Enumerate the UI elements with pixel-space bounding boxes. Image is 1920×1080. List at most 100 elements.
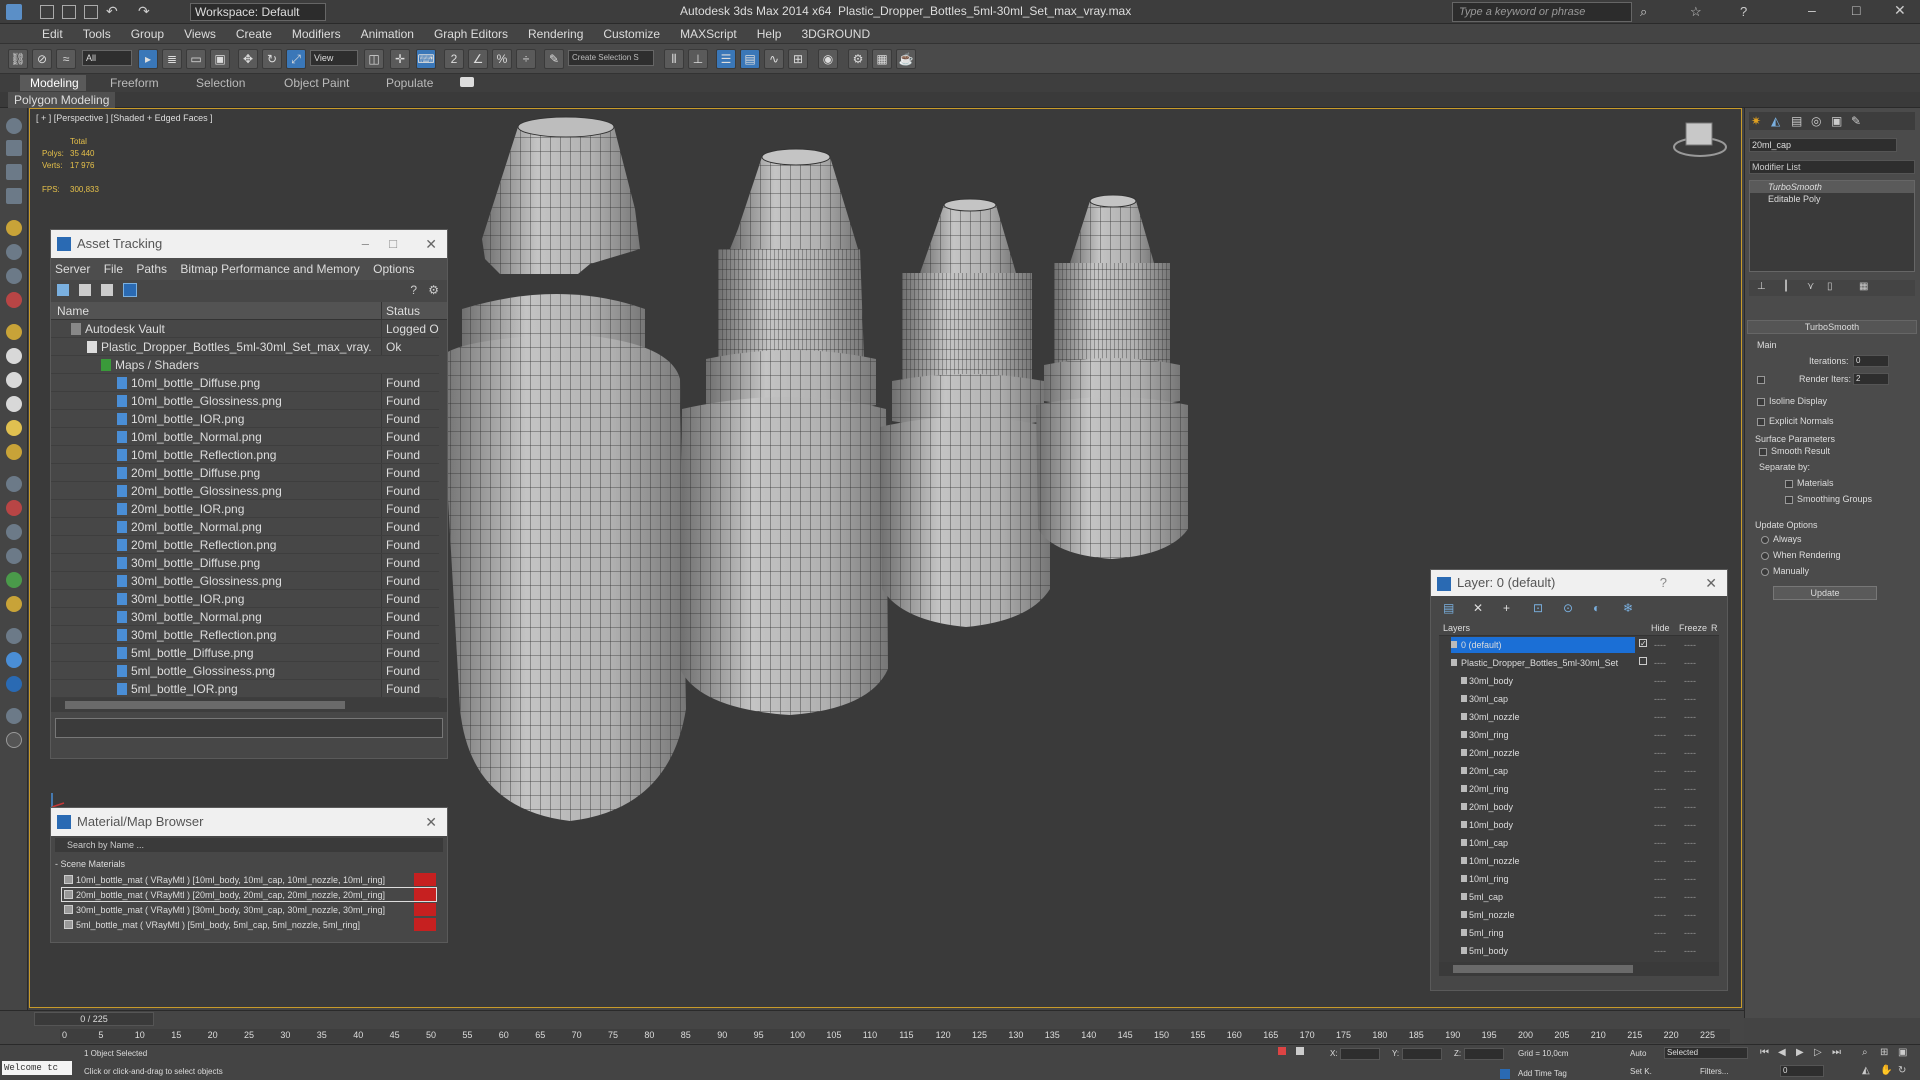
layer-freeze-toggle[interactable]: ---- — [1684, 636, 1696, 654]
layer-row[interactable]: Plastic_Dropper_Bottles_5ml-30ml_Set ----… — [1439, 654, 1719, 672]
align-icon[interactable]: ⊥ — [688, 49, 708, 69]
unlink-icon[interactable]: ⊘ — [32, 49, 52, 69]
material-item[interactable]: 20ml_bottle_mat ( VRayMtl ) [20ml_body, … — [61, 887, 437, 902]
smoothing-groups-checkbox[interactable] — [1785, 496, 1793, 504]
layer-hide-toggle[interactable]: ---- — [1654, 726, 1666, 744]
x-coord-field[interactable] — [1340, 1048, 1380, 1060]
menu-animation[interactable]: Animation — [351, 24, 424, 44]
brush-tool-icon[interactable] — [6, 596, 22, 612]
sphere-tool-icon[interactable] — [6, 324, 22, 340]
percent-snap-icon[interactable]: % — [492, 49, 512, 69]
bottle-5ml[interactable] — [1036, 194, 1188, 559]
layer-hide-toggle[interactable]: ---- — [1654, 762, 1666, 780]
asset-row[interactable]: 30ml_bottle_Normal.png Found — [51, 608, 439, 626]
asset-path-field[interactable] — [55, 718, 443, 738]
show-end-result-icon[interactable]: ┃ — [1783, 281, 1789, 292]
asset-hscrollbar[interactable] — [51, 698, 447, 712]
help-icon[interactable]: ? — [1740, 4, 1747, 19]
select-object-icon[interactable]: ▸ — [138, 49, 158, 69]
foliage-tool-icon[interactable] — [6, 572, 22, 588]
key-filter-dropdown[interactable]: Selected — [1664, 1047, 1748, 1059]
layer-row[interactable]: 20ml_cap ---- ---- — [1439, 762, 1719, 780]
zoom-icon[interactable]: ⌕ — [1862, 1047, 1868, 1058]
asset-menu-options[interactable]: Options — [373, 262, 414, 276]
layer-close-button[interactable]: ✕ — [1705, 570, 1717, 596]
asset-row[interactable]: 20ml_bottle_Glossiness.png Found — [51, 482, 439, 500]
hide-col-header[interactable]: Hide — [1651, 623, 1670, 633]
layer-row[interactable]: 20ml_ring ---- ---- — [1439, 780, 1719, 798]
menu-graph-editors[interactable]: Graph Editors — [424, 24, 518, 44]
helper-tool-icon[interactable] — [6, 268, 22, 284]
maxscript-listener[interactable]: Welcome tc — [2, 1061, 72, 1075]
asset-help-icon[interactable]: ? — [410, 283, 417, 297]
tab-object-paint[interactable]: Object Paint — [274, 75, 359, 91]
layer-row[interactable]: 30ml_ring ---- ---- — [1439, 726, 1719, 744]
layer-delete-icon[interactable]: ✕ — [1473, 601, 1483, 615]
layer-add-icon[interactable]: + — [1503, 601, 1510, 615]
asset-row[interactable]: 30ml_bottle_Diffuse.png Found — [51, 554, 439, 572]
layer-freeze-all-icon[interactable]: ❄ — [1623, 601, 1633, 615]
menu-maxscript[interactable]: MAXScript — [670, 24, 747, 44]
light-tool-icon[interactable] — [6, 220, 22, 236]
layer-row[interactable]: 5ml_cap ---- ---- — [1439, 888, 1719, 906]
asset-row[interactable]: 20ml_bottle_Reflection.png Found — [51, 536, 439, 554]
layer-hide-toggle[interactable]: ---- — [1654, 798, 1666, 816]
layer-row[interactable]: 30ml_cap ---- ---- — [1439, 690, 1719, 708]
layer-freeze-toggle[interactable]: ---- — [1684, 852, 1696, 870]
isolate-icon[interactable] — [1278, 1047, 1286, 1055]
tab-modeling[interactable]: Modeling — [20, 75, 86, 91]
viewcube[interactable] — [1673, 122, 1727, 157]
asset-tracking-titlebar[interactable]: Asset Tracking – □ ✕ — [51, 230, 447, 258]
menu-modifiers[interactable]: Modifiers — [282, 24, 351, 44]
asset-row[interactable]: 30ml_bottle_Reflection.png Found — [51, 626, 439, 644]
modify-tab-icon[interactable]: ◭ — [1771, 114, 1780, 128]
asset-settings-icon[interactable]: ⚙ — [428, 283, 439, 297]
make-unique-icon[interactable]: ⋎ — [1807, 281, 1814, 292]
add-time-tag[interactable]: Add Time Tag — [1518, 1069, 1567, 1078]
asset-tracking-window[interactable]: Asset Tracking – □ ✕ Server File Paths B… — [50, 229, 448, 759]
asset-menu-file[interactable]: File — [104, 262, 123, 276]
asset-row[interactable]: 30ml_bottle_Glossiness.png Found — [51, 572, 439, 590]
asset-maximize-button[interactable]: □ — [389, 230, 397, 258]
lock-selection-icon[interactable] — [1296, 1047, 1304, 1055]
minimize-button[interactable]: – — [1808, 2, 1816, 18]
keyboard-shortcut-icon[interactable]: ⌨ — [416, 49, 436, 69]
asset-row[interactable]: Maps / Shaders — [51, 356, 439, 374]
asset-row[interactable]: 5ml_bottle_IOR.png Found — [51, 680, 439, 698]
particle-tool-icon[interactable] — [6, 476, 22, 492]
hierarchy-tool-icon[interactable] — [6, 188, 22, 204]
asset-row[interactable]: 30ml_bottle_IOR.png Found — [51, 590, 439, 608]
pan-icon[interactable]: ✋ — [1880, 1065, 1892, 1076]
layer-freeze-toggle[interactable]: ---- — [1684, 816, 1696, 834]
iterations-field[interactable]: 0 — [1853, 355, 1889, 367]
window-crossing-icon[interactable]: ▣ — [210, 49, 230, 69]
material-item[interactable]: 30ml_bottle_mat ( VRayMtl ) [30ml_body, … — [61, 902, 437, 917]
asset-close-button[interactable]: ✕ — [425, 230, 437, 258]
explicit-normals-checkbox[interactable] — [1757, 418, 1765, 426]
turbosmooth-rollout-header[interactable]: TurboSmooth — [1747, 320, 1917, 334]
named-selection-dropdown[interactable]: Create Selection S — [568, 50, 654, 66]
layer-hide-toggle[interactable]: ---- — [1654, 942, 1666, 960]
layer-freeze-toggle[interactable]: ---- — [1684, 726, 1696, 744]
stack-editable-poly[interactable]: Editable Poly — [1750, 193, 1914, 205]
prev-frame-icon[interactable]: ◀ — [1778, 1047, 1786, 1058]
spinner-snap-icon[interactable]: ÷ — [516, 49, 536, 69]
current-layer-check-icon[interactable]: ✓ — [1639, 639, 1647, 648]
scene-explorer-icon[interactable]: ▤ — [740, 49, 760, 69]
curve-editor-icon[interactable]: ∿ — [764, 49, 784, 69]
asset-menu-paths[interactable]: Paths — [136, 262, 167, 276]
layer-freeze-toggle[interactable]: ---- — [1684, 906, 1696, 924]
layer-row[interactable]: 10ml_nozzle ---- ---- — [1439, 852, 1719, 870]
material-browser-titlebar[interactable]: Material/Map Browser ✕ — [51, 808, 447, 836]
search-input[interactable]: Type a keyword or phrase — [1452, 2, 1632, 22]
goto-start-icon[interactable]: ⏮ — [1760, 1047, 1769, 1058]
globe-tool-icon[interactable] — [6, 628, 22, 644]
timeline[interactable]: 0 / 225 0 5 10 15 20 25 30 35 40 45 50 55 60 65 70 75 80… — [0, 1010, 1744, 1044]
layer-row[interactable]: 10ml_cap ---- ---- — [1439, 834, 1719, 852]
material-item[interactable]: 10ml_bottle_mat ( VRayMtl ) [10ml_body, … — [61, 872, 437, 887]
always-radio[interactable] — [1761, 536, 1769, 544]
render-tool-icon[interactable] — [6, 676, 22, 692]
layer-freeze-toggle[interactable]: ---- — [1684, 834, 1696, 852]
asset-row[interactable]: 10ml_bottle_Normal.png Found — [51, 428, 439, 446]
asset-row[interactable]: Autodesk Vault Logged O... — [51, 320, 439, 338]
